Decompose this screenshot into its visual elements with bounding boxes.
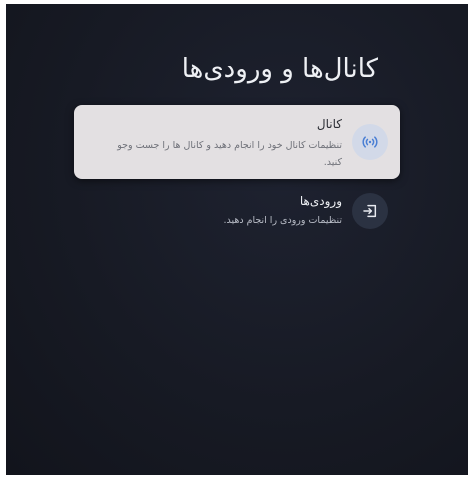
menu-item-channel-title: کانال [316,117,342,131]
menu-item-inputs-title: ورودی‌ها [299,194,342,208]
menu-item-inputs-subtitle: تنظیمات ورودی را انجام دهید. [223,215,342,226]
menu-item-channel[interactable]: کانال تنظیمات کانال خود را انجام دهید و … [74,105,400,179]
page-title: کانال‌ها و ورودی‌ها [181,54,378,84]
tv-settings-screen: کانال‌ها و ورودی‌ها کانال تنظیمات کانال … [6,4,468,475]
menu-item-channel-subtitle: تنظیمات کانال خود را انجام دهید و کانال … [117,140,342,168]
menu-item-inputs[interactable]: ورودی‌ها تنظیمات ورودی را انجام دهید. [74,186,400,236]
antenna-icon [352,124,388,160]
input-icon [352,193,388,229]
